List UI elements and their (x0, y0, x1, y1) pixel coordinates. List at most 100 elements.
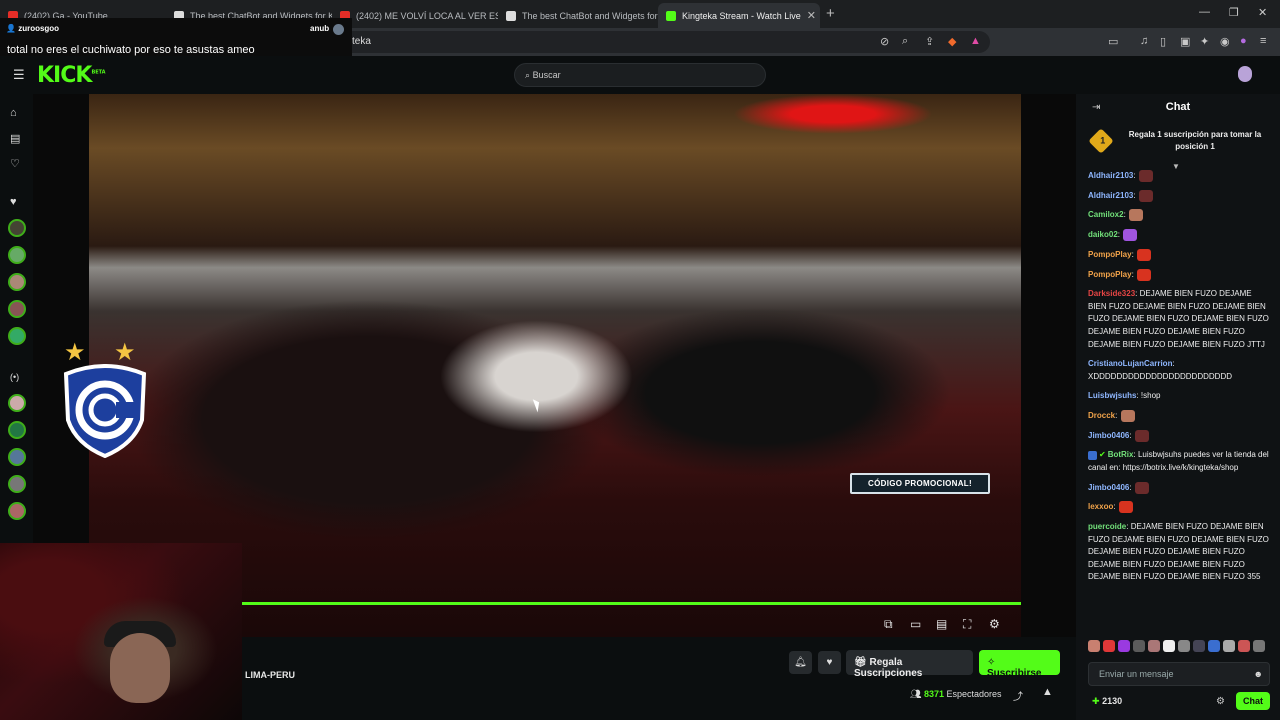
chat-username[interactable]: Camilox2 (1088, 211, 1124, 220)
chat-emote[interactable] (1134, 429, 1149, 442)
emoji-picker-icon[interactable]: ☻ (1254, 669, 1263, 679)
music-icon[interactable]: ♫ (1140, 35, 1148, 47)
wallet-icon[interactable]: ▣ (1180, 35, 1190, 48)
chat-emote[interactable] (1129, 209, 1144, 222)
browser-menu-icon[interactable]: ≡ (1260, 35, 1266, 47)
user-avatar[interactable] (1238, 66, 1252, 82)
emote[interactable] (1208, 640, 1220, 652)
notification-bell-button[interactable]: 🔔︎ (789, 651, 812, 674)
kick-logo[interactable]: KICKBETA (37, 63, 106, 88)
brave-shield-icon[interactable]: ◆ (948, 35, 956, 48)
chat-username[interactable]: puercoide (1088, 522, 1126, 531)
gift-subscriptions-button[interactable]: 🎁︎ Regala Suscripciones (846, 650, 973, 679)
pip-icon[interactable]: ⧉ (884, 617, 893, 632)
close-tab-icon[interactable]: ✕ (801, 9, 816, 22)
profile-icon[interactable]: ● (1240, 35, 1247, 47)
follow-heart-button[interactable]: ♥ (818, 651, 841, 674)
chat-username[interactable]: Jimbo0406 (1088, 483, 1129, 492)
chat-username[interactable]: Drocck (1088, 411, 1115, 420)
emote[interactable] (1178, 640, 1190, 652)
sidebar-channel-avatar[interactable] (8, 502, 26, 520)
gift-rank-badge: 1 (1088, 128, 1114, 154)
chat-username[interactable]: PompoPlay (1088, 250, 1132, 259)
sidebar-channel-avatar[interactable] (8, 300, 26, 318)
chat-emote[interactable] (1138, 189, 1153, 202)
reading-list-icon[interactable]: ▯ (1160, 35, 1166, 48)
chat-emote[interactable] (1123, 229, 1138, 242)
emote[interactable] (1133, 640, 1145, 652)
emote[interactable] (1118, 640, 1130, 652)
sidebar-toggle-icon[interactable]: ▭ (1108, 35, 1118, 48)
browse-icon[interactable]: ▤ (10, 132, 20, 145)
hamburger-menu-icon[interactable]: ☰ (13, 67, 25, 83)
sidebar-channel-avatar[interactable] (8, 246, 26, 264)
chat-username[interactable]: CristianoLujanCarrion (1088, 359, 1172, 368)
maximize-button[interactable]: ❐ (1229, 6, 1239, 19)
mini-player-icon[interactable]: ▤ (936, 617, 947, 631)
chat-emote[interactable] (1138, 170, 1153, 182)
browser-tab-4[interactable]: The best ChatBot and Widgets for Ki (498, 3, 658, 28)
sidebar-channel-avatar[interactable] (8, 273, 26, 291)
chat-username[interactable]: BotRix (1108, 450, 1134, 459)
address-bar[interactable]: teka (340, 31, 990, 53)
emote[interactable] (1163, 640, 1175, 652)
report-icon[interactable]: ▲ (1042, 686, 1053, 698)
chat-send-button[interactable]: Chat (1236, 692, 1270, 710)
streamer-webcam-overlay (0, 543, 242, 720)
emote[interactable] (1253, 640, 1265, 652)
emote[interactable] (1238, 640, 1250, 652)
sidebar-channel-avatar[interactable] (8, 475, 26, 493)
chat-settings-icon[interactable]: ⚙ (1216, 696, 1225, 707)
promo-code-badge[interactable]: CÓDIGO PROMOCIONAL! (850, 473, 990, 494)
chat-emote[interactable] (1134, 481, 1149, 494)
chat-message-input[interactable]: Enviar un mensaje ☻ (1088, 662, 1270, 686)
sidebar-channel-avatar[interactable] (8, 421, 26, 439)
chat-emote[interactable] (1120, 409, 1135, 422)
extension-icon[interactable]: ✦ (1200, 35, 1209, 48)
stream-progress-bar[interactable] (242, 602, 1021, 605)
chat-username[interactable]: PompoPlay (1088, 270, 1132, 279)
emote[interactable] (1148, 640, 1160, 652)
chat-message-text: XDDDDDDDDDDDDDDDDDDDDDDDD (1088, 371, 1232, 381)
search-input[interactable]: ⌕ Buscar (514, 63, 766, 87)
gift-leaderboard-banner[interactable]: 1 Regala 1 suscripción para tomar la pos… (1082, 124, 1274, 164)
chat-emote[interactable] (1137, 268, 1152, 281)
close-window-button[interactable]: ✕ (1258, 6, 1267, 19)
share-icon[interactable]: ⇪ (925, 35, 934, 48)
chat-username[interactable]: Aldhair2103 (1088, 171, 1133, 180)
minimize-button[interactable]: — (1199, 6, 1210, 18)
rewards-icon[interactable]: ▲ (970, 35, 981, 47)
sidebar-channel-avatar[interactable] (8, 448, 26, 466)
zoom-icon[interactable]: ⌕ (902, 35, 908, 48)
new-tab-button[interactable]: + (826, 5, 835, 22)
emote[interactable] (1193, 640, 1205, 652)
chat-emote[interactable] (1118, 501, 1133, 514)
browser-tab-3[interactable]: (2402) ME VOLVÍ LOCA AL VER ESTO (332, 3, 498, 28)
chat-username[interactable]: Aldhair2103 (1088, 191, 1133, 200)
chat-username[interactable]: daiko02 (1088, 230, 1118, 239)
crest-shield-icon (63, 364, 147, 458)
chat-emote[interactable] (1137, 248, 1152, 261)
eye-off-icon[interactable]: ⊘ (880, 35, 889, 48)
sidebar-channel-avatar[interactable] (8, 394, 26, 412)
browser-tab-active[interactable]: Kingteka Stream - Watch Live ✕ (658, 3, 820, 28)
emote[interactable] (1103, 640, 1115, 652)
chat-username[interactable]: Jimbo0406 (1088, 431, 1129, 440)
subscribe-button[interactable]: ✧ Suscribirse (979, 650, 1060, 679)
fullscreen-icon[interactable]: ⛶ (963, 617, 971, 632)
chat-message: Drocck: (1088, 409, 1270, 423)
sidebar-channel-avatar[interactable] (8, 219, 26, 237)
following-icon[interactable]: ♡ (10, 157, 20, 170)
channel-points[interactable]: ✚ 2130 (1092, 696, 1122, 707)
chat-username[interactable]: Luisbwjsuhs (1088, 391, 1136, 400)
emote[interactable] (1088, 640, 1100, 652)
chat-username[interactable]: lexxoo (1088, 502, 1113, 511)
share-icon[interactable]: ⤴ (1013, 688, 1023, 703)
home-icon[interactable]: ⌂ (10, 107, 17, 119)
settings-gear-icon[interactable]: ⚙ (989, 617, 1000, 631)
emote[interactable] (1223, 640, 1235, 652)
chat-username[interactable]: Darkside323 (1088, 289, 1135, 298)
theater-icon[interactable]: ▭ (910, 617, 921, 631)
vpn-icon[interactable]: ◉ (1220, 35, 1230, 48)
sidebar-channel-avatar[interactable] (8, 327, 26, 345)
